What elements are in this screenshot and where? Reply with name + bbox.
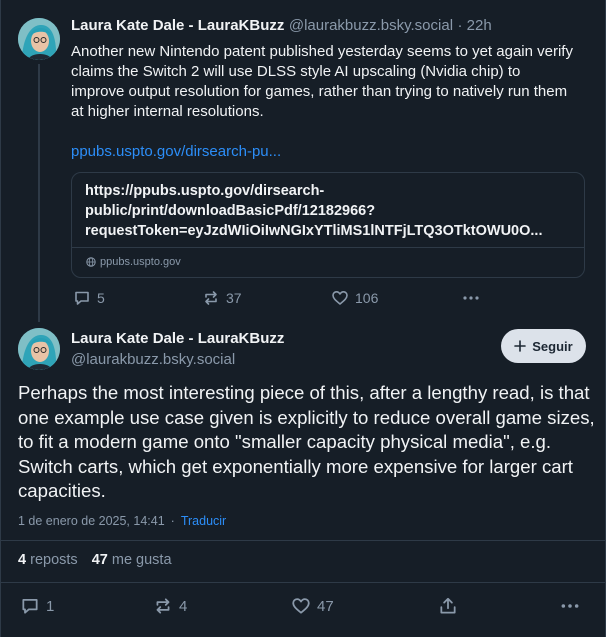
reposts-count: 4 — [18, 552, 27, 568]
more-icon — [561, 604, 579, 608]
more-options-button[interactable] — [560, 596, 580, 616]
share-button[interactable] — [438, 596, 458, 616]
post-link[interactable]: ppubs.uspto.gov/dirsearch-pu... — [71, 143, 281, 160]
thread-connector-line — [38, 64, 40, 322]
repost-count: 4 — [179, 597, 188, 615]
repost-icon — [156, 598, 170, 614]
more-icon — [463, 296, 479, 300]
repost-count: 37 — [226, 290, 242, 306]
likes-label: me gusta — [111, 552, 172, 568]
display-name[interactable]: Laura Kate Dale - LauraKBuzz — [71, 17, 284, 34]
likes-stat[interactable]: 47 me gusta — [92, 552, 172, 568]
reply-count: 5 — [97, 290, 105, 306]
share-icon — [440, 597, 456, 614]
reposts-stat[interactable]: 4 reposts — [18, 552, 78, 568]
avatar-image — [18, 18, 60, 60]
repost-icon — [205, 291, 217, 305]
link-preview-title: https://ppubs.uspto.gov/dirsearch- publi… — [85, 181, 575, 241]
post-text: Perhaps the most interesting piece of th… — [18, 382, 595, 502]
avatar[interactable] — [18, 18, 60, 60]
link-preview-card[interactable]: https://ppubs.uspto.gov/dirsearch- publi… — [71, 172, 585, 278]
divider — [1, 582, 605, 583]
reposts-label: reposts — [30, 552, 78, 568]
reply-button[interactable]: 5 — [73, 289, 105, 307]
link-preview-line: https://ppubs.uspto.gov/dirsearch- — [85, 183, 325, 199]
display-name[interactable]: Laura Kate Dale - LauraKBuzz — [71, 330, 284, 347]
repost-button[interactable]: 37 — [202, 289, 242, 307]
globe-icon — [86, 257, 96, 267]
heart-icon — [332, 291, 348, 305]
plus-icon — [514, 340, 527, 352]
link-preview-line: requestToken=eyJzdWIiOiIwNGIxYTliMS1lNTF… — [85, 223, 543, 239]
reply-icon — [22, 599, 38, 614]
divider — [1, 540, 605, 541]
post-meta: 1 de enero de 2025, 14:41 · Traducir — [18, 514, 227, 528]
translate-link[interactable]: Traducir — [181, 514, 226, 528]
like-button[interactable]: 47 — [291, 596, 334, 616]
link-preview-line: public/print/downloadBasicPdf/12182966? — [85, 203, 376, 219]
timestamp[interactable]: · 22h — [457, 17, 491, 34]
handle[interactable]: @laurakbuzz.bsky.social — [71, 351, 235, 368]
post-stats: 4 reposts 47 me gusta — [18, 552, 172, 568]
domain-text: ppubs.uspto.gov — [100, 256, 181, 268]
handle[interactable]: @laurakbuzz.bsky.social — [289, 17, 453, 34]
link-preview-domain: ppubs.uspto.gov — [86, 256, 181, 268]
heart-icon — [292, 598, 310, 614]
post-date: 1 de enero de 2025, 14:41 — [18, 514, 165, 528]
reply-icon — [75, 291, 89, 305]
follow-button[interactable]: Seguir — [501, 329, 586, 363]
reply-count: 1 — [46, 597, 55, 615]
post-text: Another new Nintendo patent published ye… — [71, 43, 573, 120]
follow-label: Seguir — [532, 338, 573, 354]
divider — [72, 247, 584, 248]
repost-button[interactable]: 4 — [153, 596, 187, 616]
avatar[interactable] — [18, 328, 60, 370]
more-options-button[interactable] — [462, 289, 480, 307]
like-count: 47 — [317, 597, 334, 615]
avatar-image — [18, 328, 60, 370]
like-count: 106 — [355, 290, 379, 306]
likes-count: 47 — [91, 552, 108, 568]
like-button[interactable]: 106 — [331, 289, 378, 307]
thread-view: Laura Kate Dale - LauraKBuzz @laurakbuzz… — [0, 0, 606, 637]
post-header: Laura Kate Dale - LauraKBuzz @laurakbuzz… — [71, 17, 492, 35]
reply-button[interactable]: 1 — [20, 596, 54, 616]
